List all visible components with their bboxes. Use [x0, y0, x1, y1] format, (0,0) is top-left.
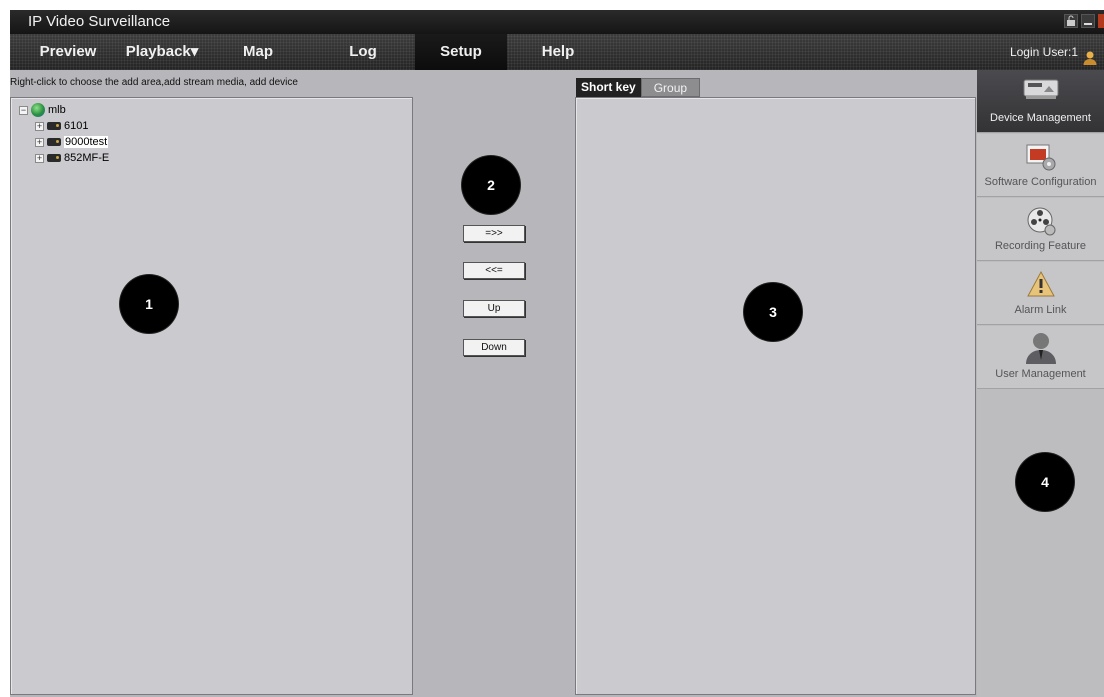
main-menu: Preview Playback▾ Map Log Setup Help Log…: [10, 34, 1104, 70]
device-icon: [47, 138, 61, 146]
device-icon: [47, 154, 61, 162]
user-badge-icon[interactable]: [1082, 44, 1098, 65]
expand-icon[interactable]: +: [35, 121, 44, 131]
window-controls: [1064, 14, 1104, 28]
tree-root[interactable]: − mlb: [19, 102, 109, 118]
login-user-label: Login User:1: [1009, 45, 1078, 59]
tree-device-label: 852MF-E: [64, 152, 110, 164]
tab-short-key[interactable]: Short key: [576, 78, 641, 97]
menu-playback-label: Playback: [125, 43, 191, 60]
tab-group[interactable]: Group: [640, 78, 701, 97]
expand-icon[interactable]: +: [35, 137, 44, 147]
tree-device-852mf-e[interactable]: + 852MF-E: [19, 150, 109, 166]
device-tree: − mlb + 6101 + 9000test + 852MF-E: [19, 102, 109, 166]
sidebar-item-software-configuration[interactable]: Software Configuration: [977, 134, 1104, 197]
user-icon: [1024, 330, 1058, 369]
callout-marker-3: 3: [744, 283, 802, 341]
login-user: Login User:1: [1010, 34, 1098, 70]
menu-help[interactable]: Help: [525, 34, 591, 70]
collapse-icon[interactable]: −: [19, 105, 28, 115]
callout-marker-4: 4: [1016, 453, 1074, 511]
film-reel-icon: [1026, 206, 1056, 241]
sidebar-item-alarm-link[interactable]: Alarm Link: [977, 262, 1104, 325]
sidebar-item-device-management[interactable]: Device Management: [977, 70, 1104, 133]
move-down-button[interactable]: Down: [463, 339, 525, 356]
sidebar-item-label: Alarm Link: [1014, 304, 1067, 316]
monitor-icon: [1022, 78, 1060, 105]
hint-text: Right-click to choose the add area,add s…: [10, 77, 298, 88]
expand-icon[interactable]: +: [35, 153, 44, 163]
device-icon: [47, 122, 61, 130]
remove-from-group-button[interactable]: <<=: [463, 262, 525, 279]
sidebar-item-recording-feature[interactable]: Recording Feature: [977, 198, 1104, 261]
setup-content: Right-click to choose the add area,add s…: [10, 70, 1104, 697]
tree-device-label: 9000test: [64, 136, 109, 148]
sidebar-item-label: Recording Feature: [994, 240, 1087, 252]
menu-playback[interactable]: Playback▾: [118, 34, 206, 70]
device-tree-panel: − mlb + 6101 + 9000test + 852MF-E: [10, 97, 413, 695]
tree-root-label: mlb: [48, 104, 66, 116]
menu-map[interactable]: Map: [225, 34, 291, 70]
menu-log[interactable]: Log: [330, 34, 396, 70]
tree-device-9000test[interactable]: + 9000test: [19, 134, 109, 150]
tree-device-6101[interactable]: + 6101: [19, 118, 109, 134]
callout-marker-2: 2: [462, 156, 520, 214]
software-config-icon: [1024, 142, 1058, 177]
app-title: IP Video Surveillance: [28, 13, 171, 30]
add-to-group-button[interactable]: =>>: [463, 225, 525, 242]
menu-preview[interactable]: Preview: [28, 34, 108, 70]
callout-marker-1: 1: [120, 275, 178, 333]
sidebar-item-user-management[interactable]: User Management: [977, 326, 1104, 389]
sidebar-item-label: User Management: [995, 368, 1086, 380]
move-up-button[interactable]: Up: [463, 300, 525, 317]
minimize-icon[interactable]: [1081, 14, 1095, 28]
globe-icon: [31, 103, 45, 117]
group-list-panel: [575, 97, 976, 695]
setup-sidebar: Device Management Software Configuration…: [977, 70, 1104, 697]
close-icon[interactable]: [1098, 14, 1104, 28]
sidebar-item-label: Software Configuration: [984, 176, 1097, 188]
menu-setup[interactable]: Setup: [415, 34, 507, 70]
warning-icon: [1026, 270, 1056, 303]
tree-device-label: 6101: [64, 120, 89, 132]
title-bar: IP Video Surveillance: [10, 10, 1104, 34]
sidebar-item-label: Device Management: [990, 112, 1091, 124]
right-panel-tabs: Short key Group: [576, 78, 701, 97]
chevron-down-icon: ▾: [190, 43, 199, 60]
lock-icon[interactable]: [1064, 14, 1078, 28]
